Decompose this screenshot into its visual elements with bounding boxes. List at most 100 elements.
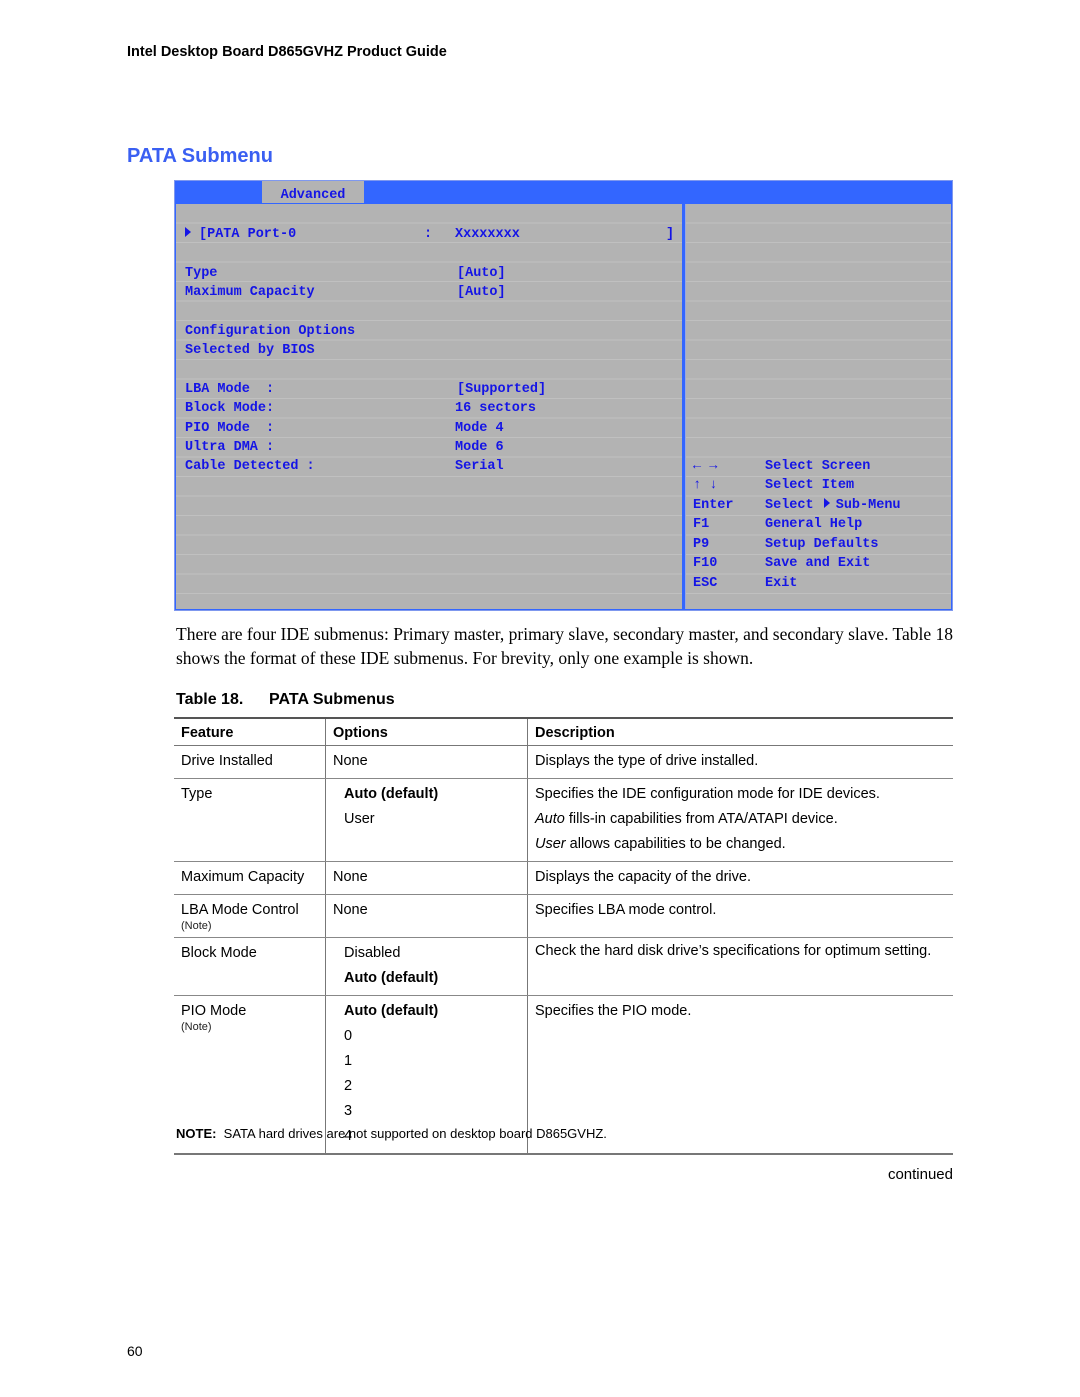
feature-cell: Drive Installed <box>174 745 326 779</box>
description-line: Specifies the IDE configuration mode for… <box>535 786 880 802</box>
table-header-row: Feature Options Description <box>174 717 953 746</box>
feature-name: PIO Mode <box>181 1003 247 1019</box>
description-line: Check the hard disk drive’s specificatio… <box>535 943 932 959</box>
description-rest: allows capabilities to be changed. <box>565 836 786 852</box>
info-udma-label: Ultra DMA : <box>185 440 275 455</box>
table-caption: Table 18. PATA Submenus <box>176 691 395 709</box>
help-desc-select-submenu: Select Sub-Menu <box>765 496 901 515</box>
pata-submenus-table: Feature Options Description Drive Instal… <box>174 717 953 1155</box>
pata-port-label: [PATA Port-0 <box>199 227 297 242</box>
option-value: Auto (default) <box>344 970 439 986</box>
info-pio-value: Mode 4 <box>455 421 504 436</box>
description-cell: Specifies LBA mode control. <box>527 894 953 938</box>
bios-screenshot: Advanced [PATA Port-0 : Xxxxxxxx ] Type … <box>174 180 953 611</box>
feature-cell: Maximum Capacity <box>174 861 326 895</box>
submenu-arrow-icon <box>823 498 830 509</box>
option-value: User <box>344 811 375 827</box>
setting-type-value[interactable]: [Auto] <box>457 264 506 283</box>
description-line: User allows capabilities to be changed. <box>535 832 946 857</box>
body-paragraph: There are four IDE submenus: Primary mas… <box>176 624 953 668</box>
help-desc-submenu: Sub-Menu <box>835 498 901 513</box>
info-lba-value: [Supported] <box>457 382 547 397</box>
pata-port-close: ] <box>666 227 675 242</box>
description-emphasis: User <box>535 836 566 852</box>
info-block-value: 16 sectors <box>455 401 537 416</box>
info-block-label: Block Mode: <box>185 401 275 416</box>
table-row: Block Mode Disabled Auto (default) Check… <box>174 937 953 996</box>
option-value: 1 <box>344 1053 353 1069</box>
feature-name: LBA Mode Control <box>181 902 299 918</box>
description-cell: Specifies the IDE configuration mode for… <box>527 778 953 862</box>
description-line: Auto fills-in capabilities from ATA/ATAP… <box>535 807 946 832</box>
footnote-label: NOTE: <box>176 1126 217 1141</box>
bios-help-pane: ← → Select Screen ↑ ↓ Select Item Enter … <box>685 204 951 609</box>
setting-type-label[interactable]: Type <box>185 264 217 283</box>
table-row: Maximum Capacity None Displays the capac… <box>174 861 953 895</box>
page-number: 60 <box>127 1343 143 1359</box>
help-desc-exit: Exit <box>765 576 798 591</box>
description-cell: Check the hard disk drive’s specificatio… <box>527 937 953 996</box>
feature-cell: LBA Mode Control (Note) <box>174 894 326 938</box>
tab-advanced[interactable]: Advanced <box>262 181 364 203</box>
options-cell: None <box>325 745 528 779</box>
options-cell: Disabled Auto (default) <box>325 937 528 996</box>
info-udma-value: Mode 6 <box>455 440 504 455</box>
options-cell: None <box>325 894 528 938</box>
bios-tab-bar: Advanced <box>175 181 952 203</box>
pata-port-sep: : <box>424 227 433 242</box>
submenu-arrow-icon <box>185 227 191 238</box>
description-cell: Displays the type of drive installed. <box>527 745 953 779</box>
description-rest: fills-in capabilities from ATA/ATAPI dev… <box>564 811 838 827</box>
table-caption-number: Table 18. <box>176 691 244 708</box>
section-title: PATA Submenu <box>127 145 273 167</box>
config-heading-line-1: Configuration Options <box>185 324 356 339</box>
config-heading-line-2: Selected by BIOS <box>185 343 315 358</box>
header-description: Description <box>527 717 953 746</box>
help-desc-save-exit: Save and Exit <box>765 556 871 571</box>
options-cell: Auto (default) User <box>325 778 528 862</box>
option-value: Disabled <box>344 945 401 961</box>
option-value: 3 <box>344 1103 353 1119</box>
help-desc-general-help: General Help <box>765 517 863 532</box>
info-lba-label: LBA Mode : <box>185 382 275 397</box>
continued-label: continued <box>887 1166 953 1183</box>
feature-cell: Block Mode <box>174 937 326 996</box>
table-footnote: NOTE: SATA hard drives are not supported… <box>176 1126 607 1141</box>
help-key-left-right-arrows-icon: ← → <box>693 459 718 474</box>
pata-port-0-item[interactable]: [PATA Port-0 <box>185 225 296 244</box>
header-feature: Feature <box>174 717 326 746</box>
setting-max-capacity-value[interactable]: [Auto] <box>457 283 506 302</box>
setting-max-capacity-label[interactable]: Maximum Capacity <box>185 283 315 302</box>
feature-note: (Note) <box>181 920 212 932</box>
running-header: Intel Desktop Board D865GVHZ Product Gui… <box>127 44 447 60</box>
info-cable-value: Serial <box>455 459 504 474</box>
options-cell: None <box>325 861 528 895</box>
help-key-enter: Enter <box>693 498 734 513</box>
help-key-up-down-arrows-icon: ↑ ↓ <box>693 478 718 493</box>
description-cell: Displays the capacity of the drive. <box>527 861 953 895</box>
help-key-f1: F1 <box>693 517 710 532</box>
help-desc-select-item: Select Item <box>765 478 855 493</box>
feature-cell: Type <box>174 778 326 862</box>
feature-note: (Note) <box>181 1021 212 1033</box>
help-key-f10: F10 <box>693 556 718 571</box>
table-row: Drive Installed None Displays the type o… <box>174 745 953 779</box>
footnote-text: SATA hard drives are not supported on de… <box>216 1126 607 1141</box>
info-pio-label: PIO Mode : <box>185 421 275 436</box>
option-value: Auto (default) <box>344 786 439 802</box>
help-desc-select-screen: Select Screen <box>765 459 871 474</box>
table-row: LBA Mode Control (Note) None Specifies L… <box>174 894 953 938</box>
help-key-p9: P9 <box>693 537 710 552</box>
option-value: 2 <box>344 1078 353 1094</box>
description-emphasis: Auto <box>535 811 565 827</box>
option-value: 0 <box>344 1028 353 1044</box>
option-value: Auto (default) <box>344 1003 439 1019</box>
help-desc-select: Select <box>765 498 814 513</box>
header-options: Options <box>325 717 528 746</box>
table-row: Type Auto (default) User Specifies the I… <box>174 778 953 862</box>
pata-port-value: Xxxxxxxx <box>455 227 520 242</box>
help-desc-setup-defaults: Setup Defaults <box>765 537 879 552</box>
bios-settings-pane: [PATA Port-0 : Xxxxxxxx ] Type [Auto] Ma… <box>176 204 682 609</box>
info-cable-label: Cable Detected : <box>185 459 315 474</box>
help-key-esc: ESC <box>693 576 718 591</box>
